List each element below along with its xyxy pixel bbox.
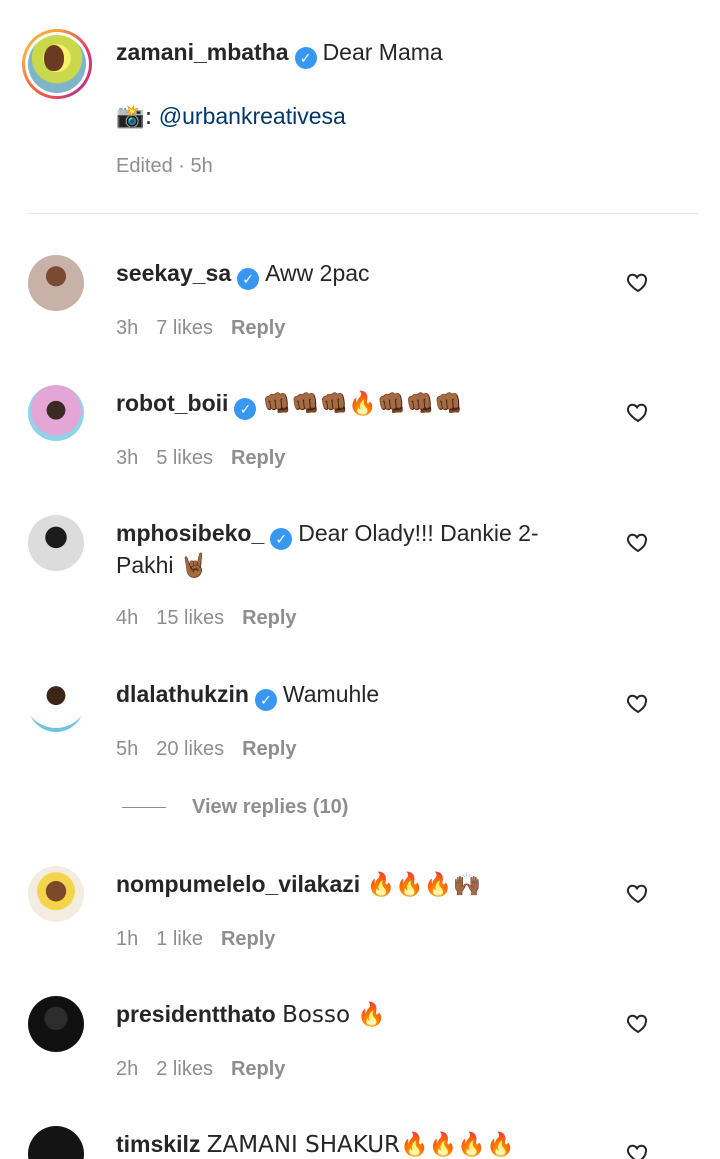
comment-meta: 2h 2 likes Reply xyxy=(116,1058,303,1081)
heart-outline-icon[interactable] xyxy=(626,1011,650,1035)
comment-text: presidentthato Bosso 🔥 xyxy=(116,999,566,1030)
verified-badge-icon: ✓ xyxy=(237,268,260,290)
comment-item: seekay_sa ✓ Aww 2pac 3h 7 likes Reply xyxy=(0,255,720,355)
caption-avatar[interactable] xyxy=(22,29,92,99)
comment-likes[interactable]: 1 like xyxy=(156,928,203,950)
caption-meta: Edited · 5h xyxy=(116,155,213,177)
comment-item: timskilz ZAMANI SHAKUR🔥🔥🔥🔥 xyxy=(0,1126,720,1159)
comment-item: mphosibeko_ ✓ Dear Olady!!! Dankie 2-Pakhi… xyxy=(0,515,720,645)
comment-username[interactable]: seekay_sa xyxy=(116,260,231,286)
comment-text: seekay_sa ✓ Aww 2pac xyxy=(116,258,566,290)
comment-avatar[interactable] xyxy=(28,255,84,311)
comment-avatar[interactable] xyxy=(28,385,84,441)
verified-badge-icon: ✓ xyxy=(294,47,317,69)
comment-avatar[interactable] xyxy=(28,866,84,922)
comment-meta: 3h 5 likes Reply xyxy=(116,447,303,470)
comment-time: 5h xyxy=(116,738,139,760)
heart-outline-icon[interactable] xyxy=(626,400,650,424)
reply-button[interactable]: Reply xyxy=(231,447,285,469)
view-replies-button[interactable]: View replies (10) xyxy=(122,796,348,826)
comment-body: Wamuhle xyxy=(282,681,380,707)
comment-body: Aww 2pac xyxy=(265,260,370,286)
comment-likes[interactable]: 7 likes xyxy=(156,317,213,339)
caption-credit: 📸: @urbankreativesa xyxy=(116,101,346,132)
verified-badge-icon: ✓ xyxy=(234,398,257,420)
comment-username[interactable]: timskilz xyxy=(116,1131,200,1157)
heart-outline-icon[interactable] xyxy=(626,691,650,715)
comment-username[interactable]: dlalathukzin xyxy=(116,681,249,707)
comment-item: robot_boii ✓ 👊🏾👊🏾👊🏾🔥👊🏾👊🏾👊🏾 3h 5 likes Reply xyxy=(0,385,720,485)
comment-username[interactable]: robot_boii xyxy=(116,390,228,416)
heart-outline-icon[interactable] xyxy=(626,270,650,294)
comment-meta: 5h 20 likes Reply xyxy=(116,738,315,761)
comment-body: ZAMANI SHAKUR🔥🔥🔥🔥 xyxy=(206,1132,515,1158)
caption-line: zamani_mbatha ✓ Dear Mama xyxy=(116,37,443,69)
comment-time: 3h xyxy=(116,447,139,469)
reply-button[interactable]: Reply xyxy=(242,607,296,629)
comment-time: 4h xyxy=(116,607,139,629)
comment-text: robot_boii ✓ 👊🏾👊🏾👊🏾🔥👊🏾👊🏾👊🏾 xyxy=(116,388,566,420)
comment-meta: 3h 7 likes Reply xyxy=(116,317,303,340)
reply-button[interactable]: Reply xyxy=(231,317,285,339)
reply-button[interactable]: Reply xyxy=(231,1058,285,1080)
comment-text: dlalathukzin ✓ Wamuhle xyxy=(116,679,566,711)
comment-text: timskilz ZAMANI SHAKUR🔥🔥🔥🔥 xyxy=(116,1129,566,1159)
comment-username[interactable]: nompumelelo_vilakazi xyxy=(116,871,360,897)
caption-credit-prefix: 📸: xyxy=(116,104,153,130)
comment-time: 2h xyxy=(116,1058,139,1080)
comment-likes[interactable]: 5 likes xyxy=(156,447,213,469)
reply-button[interactable]: Reply xyxy=(242,738,296,760)
reply-button[interactable]: Reply xyxy=(221,928,275,950)
comment-likes[interactable]: 15 likes xyxy=(156,607,224,629)
caption-divider xyxy=(28,213,698,214)
comment-time: 1h xyxy=(116,928,139,950)
comment-avatar[interactable] xyxy=(28,676,84,732)
comment-body: 👊🏾👊🏾👊🏾🔥👊🏾👊🏾👊🏾 xyxy=(262,391,463,417)
caption-text: Dear Mama xyxy=(322,39,443,65)
comment-avatar[interactable] xyxy=(28,515,84,571)
heart-outline-icon[interactable] xyxy=(626,530,650,554)
verified-badge-icon: ✓ xyxy=(270,528,293,550)
comment-avatar[interactable] xyxy=(28,1126,84,1159)
comment-likes[interactable]: 20 likes xyxy=(156,738,224,760)
comment-body: Bosso 🔥 xyxy=(282,1002,386,1028)
comment-item: nompumelelo_vilakazi 🔥🔥🔥🙌🏾 1h 1 like Reply xyxy=(0,866,720,966)
caption-username[interactable]: zamani_mbatha xyxy=(116,39,289,65)
comment-meta: 4h 15 likes Reply xyxy=(116,607,315,630)
comment-body: 🔥🔥🔥🙌🏾 xyxy=(366,872,482,898)
comment-avatar[interactable] xyxy=(28,996,84,1052)
heart-outline-icon[interactable] xyxy=(626,1141,650,1159)
post-caption: zamani_mbatha ✓ Dear Mama 📸: @urbankreativ… xyxy=(0,0,720,214)
comment-username[interactable]: presidentthato xyxy=(116,1001,276,1027)
comment-text: nompumelelo_vilakazi 🔥🔥🔥🙌🏾 xyxy=(116,869,566,900)
view-replies-line xyxy=(122,807,166,808)
comment-text: mphosibeko_ ✓ Dear Olady!!! Dankie 2-Pakhi… xyxy=(116,518,566,580)
view-replies-label: View replies (10) xyxy=(192,796,349,818)
comment-time: 3h xyxy=(116,317,139,339)
credit-mention-link[interactable]: @urbankreativesa xyxy=(159,103,346,129)
comment-meta: 1h 1 like Reply xyxy=(116,928,293,951)
comment-username[interactable]: mphosibeko_ xyxy=(116,520,264,546)
verified-badge-icon: ✓ xyxy=(254,689,277,711)
heart-outline-icon[interactable] xyxy=(626,881,650,905)
comment-item: dlalathukzin ✓ Wamuhle 5h 20 likes Reply xyxy=(0,676,720,776)
comment-item: presidentthato Bosso 🔥 2h 2 likes Reply xyxy=(0,996,720,1096)
comment-likes[interactable]: 2 likes xyxy=(156,1058,213,1080)
